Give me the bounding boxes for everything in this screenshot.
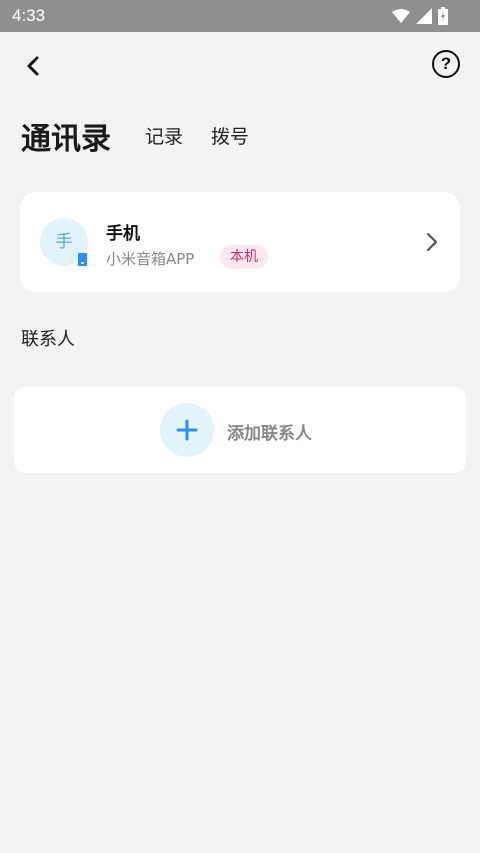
status-bar: 4:33 [0, 0, 480, 32]
back-button[interactable] [20, 52, 46, 80]
device-name: 手机 [106, 224, 140, 244]
device-subtitle: 小米音箱APP [106, 250, 195, 268]
add-contact-button[interactable]: 添加联系人 [14, 387, 466, 473]
phone-icon [77, 252, 88, 267]
add-contact-circle [160, 403, 214, 457]
battery-charging-icon [438, 7, 448, 25]
tab-dialpad[interactable]: 拨号 [211, 122, 249, 149]
chevron-right-icon [426, 232, 438, 252]
add-contact-label: 添加联系人 [227, 424, 312, 444]
status-time: 4:33 [12, 6, 46, 25]
tab-records[interactable]: 记录 [145, 122, 183, 149]
status-icons [392, 7, 448, 25]
tab-contacts[interactable]: 通讯录 [21, 114, 111, 158]
plus-icon [176, 419, 198, 441]
this-device-badge: 本机 [220, 245, 268, 269]
chevron-left-icon [27, 56, 39, 76]
cellular-signal-icon [416, 8, 432, 24]
help-button[interactable]: ? [432, 50, 460, 78]
device-card[interactable]: 手 手机 小米音箱APP 本机 [20, 192, 460, 292]
wifi-icon [392, 9, 410, 23]
contacts-section-title: 联系人 [21, 329, 75, 350]
